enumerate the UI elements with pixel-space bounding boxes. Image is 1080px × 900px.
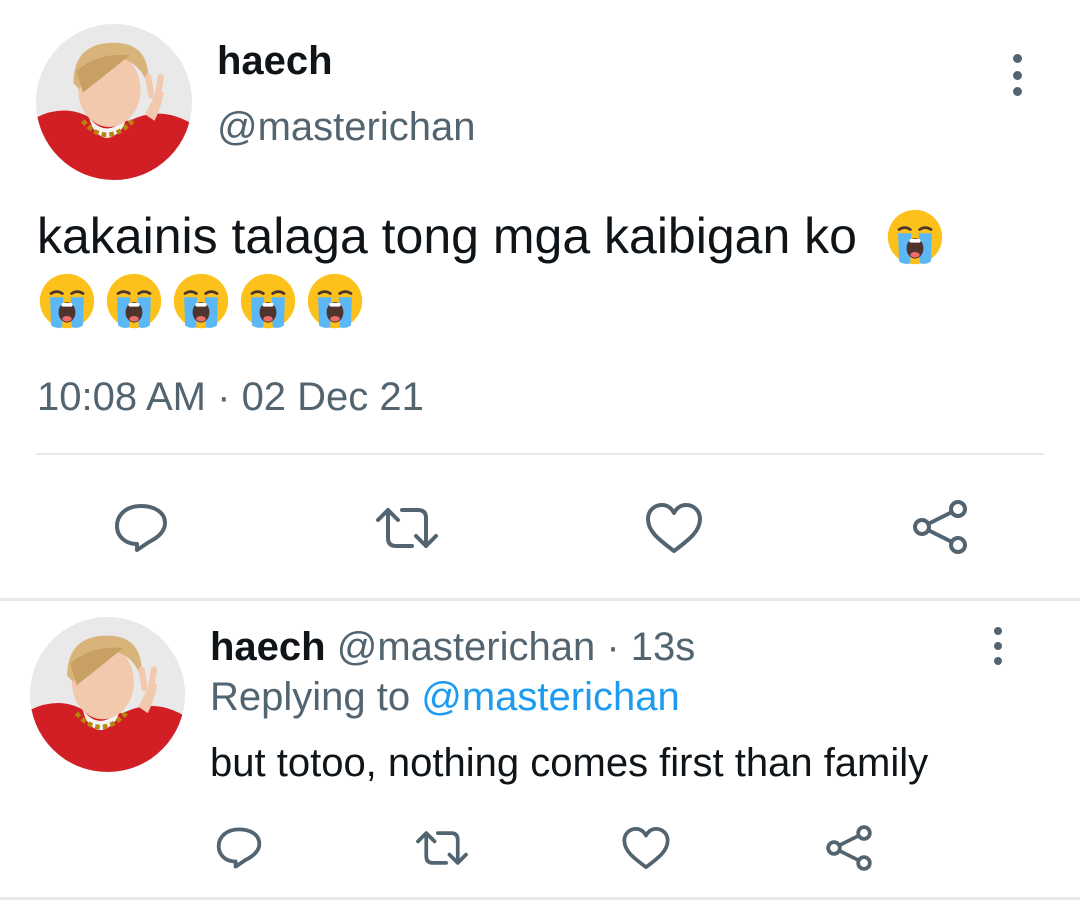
meta-separator: · [206,375,242,419]
author-handle[interactable]: @masterichan [217,104,475,150]
loudly-crying-face-emoji [37,271,97,331]
more-options-icon[interactable] [1009,54,1025,96]
tweet-date: 02 Dec 21 [241,375,424,419]
share-icon[interactable] [908,496,972,558]
reply-display-name[interactable]: haech [210,625,326,669]
reply-header: haech @masterichan · 13s [210,624,695,670]
reply-text: but totoo, nothing comes first than fami… [210,741,929,785]
loudly-crying-face-emoji [305,271,365,331]
retweet-icon[interactable] [372,498,442,558]
divider [0,598,1080,601]
like-icon[interactable] [620,822,672,874]
replying-to-label: Replying to [210,675,422,719]
more-options-icon[interactable] [990,627,1006,665]
reply-icon[interactable] [110,498,172,558]
divider [36,453,1044,455]
loudly-crying-face-emoji [104,271,164,331]
tweet-text: kakainis talaga tong mga kaibigan ko [37,204,1047,332]
loudly-crying-face-emoji [238,271,298,331]
author-display-name[interactable]: haech [217,38,333,84]
reply-handle[interactable]: @masterichan [337,625,595,669]
replying-to-mention[interactable]: @masterichan [421,675,679,719]
share-icon[interactable] [822,820,876,876]
replying-to: Replying to @masterichan [210,674,680,720]
loudly-crying-face-emoji [885,207,945,267]
like-icon[interactable] [643,498,705,558]
retweet-icon[interactable] [412,822,472,874]
tweet-timestamp[interactable]: 10:08 AM · 02 Dec 21 [37,374,424,420]
meta-separator: · [595,625,631,669]
reply-icon[interactable] [213,822,265,874]
tweet-text-content: kakainis talaga tong mga kaibigan ko [37,208,857,264]
author-avatar[interactable] [36,24,192,180]
loudly-crying-face-emoji [171,271,231,331]
reply-age[interactable]: 13s [631,625,696,669]
reply-author-avatar[interactable] [30,617,185,772]
tweet-detail-screen: haech @masterichan kakainis talaga tong … [0,0,1080,900]
tweet-time: 10:08 AM [37,375,207,419]
